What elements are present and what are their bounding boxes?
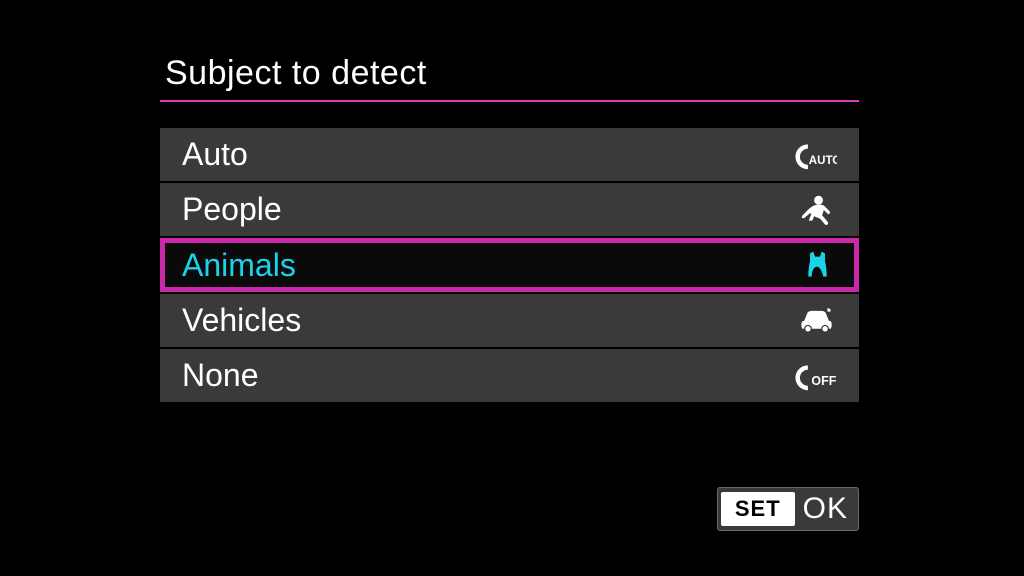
menu-item-none[interactable]: None OFF <box>160 349 859 402</box>
footer-action[interactable]: SET OK <box>717 487 859 531</box>
camera-menu-screen: Subject to detect Auto AUTO People An <box>0 0 1024 576</box>
set-button: SET <box>721 492 795 526</box>
menu-item-animals[interactable]: Animals <box>160 238 859 292</box>
off-icon: OFF <box>793 358 837 394</box>
menu-list: Auto AUTO People Animals <box>160 128 859 404</box>
title-area: Subject to detect <box>165 54 859 93</box>
animal-icon <box>793 247 837 283</box>
menu-item-label: People <box>182 191 282 228</box>
menu-item-label: None <box>182 357 259 394</box>
menu-item-label: Vehicles <box>182 302 301 339</box>
menu-item-auto[interactable]: Auto AUTO <box>160 128 859 181</box>
ok-label: OK <box>803 492 848 526</box>
menu-item-vehicles[interactable]: Vehicles <box>160 294 859 347</box>
title-underline <box>160 100 859 102</box>
auto-icon: AUTO <box>793 137 837 173</box>
page-title: Subject to detect <box>165 54 859 93</box>
vehicle-icon <box>793 303 837 339</box>
svg-text:OFF: OFF <box>811 373 836 387</box>
menu-item-label: Animals <box>182 247 296 284</box>
svg-text:AUTO: AUTO <box>809 154 837 166</box>
person-icon <box>793 192 837 228</box>
menu-item-people[interactable]: People <box>160 183 859 236</box>
menu-item-label: Auto <box>182 136 248 173</box>
